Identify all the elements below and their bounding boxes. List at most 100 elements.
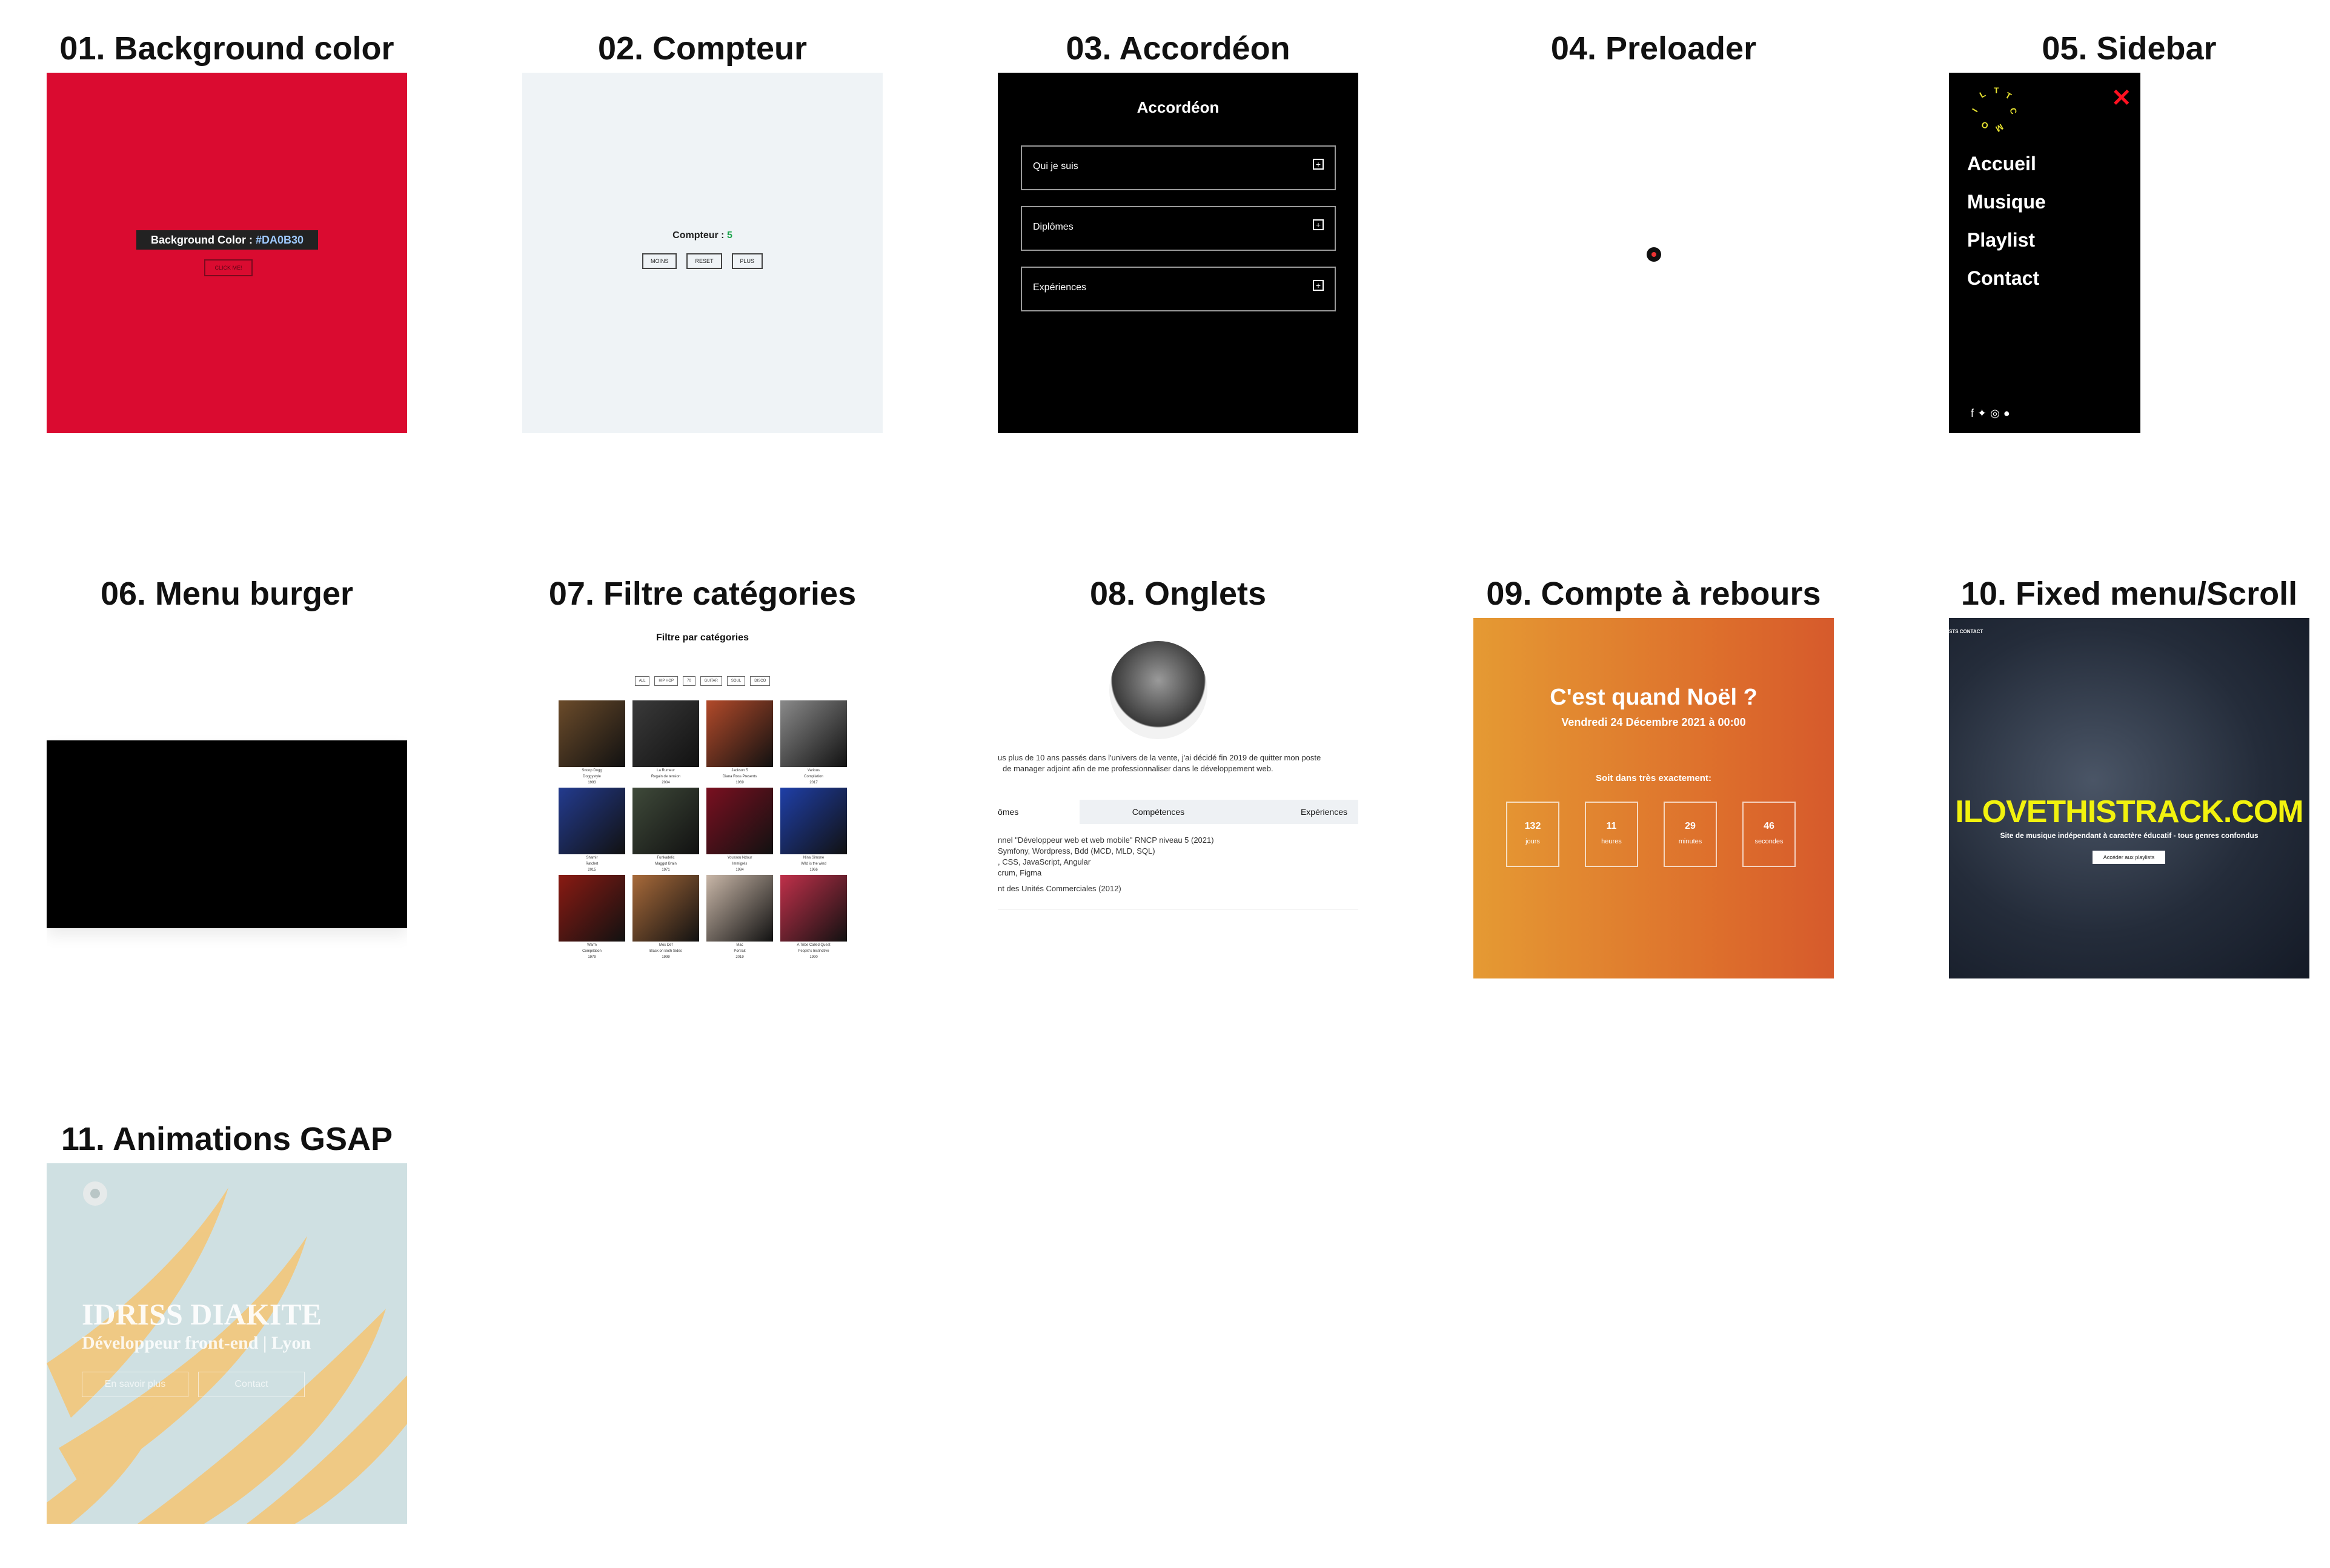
countdown-unit: heures [1601, 838, 1622, 845]
album-card[interactable]: Mos Def Black on Both Sides 1999 [632, 875, 699, 960]
project-thumbnail[interactable]: Background Color : #DA0B30 CLICK ME! [47, 73, 407, 433]
click-me-button[interactable]: CLICK ME! [204, 259, 253, 276]
album-cover [706, 875, 773, 942]
filter-button-soul[interactable]: SOUL [726, 676, 746, 686]
moins-button[interactable]: MOINS [642, 253, 677, 269]
twitter-icon[interactable]: ✦ [1977, 407, 1990, 419]
album-card[interactable]: La Rumeur Regain de tension 2004 [632, 700, 699, 785]
content-line: Symfony, Wordpress, Bdd (MCD, MLD, SQL) [998, 846, 1155, 855]
countdown-unit: secondes [1754, 838, 1784, 845]
project-thumbnail[interactable]: Accordéon Qui je suis + Diplômes + Expérie… [998, 73, 1358, 433]
sidebar-item-playlist[interactable]: Playlist [1967, 229, 2035, 251]
album-title: Jackson 5 [731, 769, 748, 772]
project-thumbnail[interactable]: C'est quand Noël ? Vendredi 24 Décembre … [1473, 618, 1834, 978]
album-sub: Maggot Brain [655, 862, 677, 866]
sidebar-item-musique[interactable]: Musique [1967, 191, 2046, 213]
album-card[interactable]: Warm Compilation 1979 [559, 875, 625, 960]
album-card[interactable]: Various Compilation 2017 [780, 700, 847, 785]
project-card-menu-burger[interactable]: 06. Menu burger [47, 570, 407, 978]
album-sub: Ratchet [585, 862, 599, 866]
project-card-animations-gsap[interactable]: 11. Animations GSAP IDRISS DIAKITE Dével… [47, 1115, 407, 1524]
project-card-compteur[interactable]: 02. Compteur Compteur : 5 MOINS RESET PL… [522, 24, 883, 433]
project-title: 05. Sidebar [2042, 30, 2217, 67]
album-year: 2004 [662, 781, 670, 785]
album-title: Mos Def [659, 943, 673, 947]
filter-buttons: ALL HIP HOP 70 GUITAR SOUL DISCO [522, 676, 883, 686]
album-title: Nina Simone [803, 856, 825, 860]
badge-hex-value: #DA0B30 [255, 234, 304, 246]
project-thumbnail[interactable]: us plus de 10 ans passés dans l'univers … [998, 618, 1358, 978]
project-thumbnail[interactable] [47, 618, 407, 978]
album-cover [559, 700, 625, 767]
project-thumbnail[interactable]: Filtre par catégories ALL HIP HOP 70 GUI… [522, 618, 883, 978]
filter-button-guitar[interactable]: GUITAR [700, 676, 722, 686]
content-line: nnel "Développeur web et web mobile" RNC… [998, 835, 1214, 845]
album-card[interactable]: Youssou Ndour Immigrés 1984 [706, 788, 773, 872]
project-card-accordeon[interactable]: 03. Accordéon Accordéon Qui je suis + Dip… [998, 24, 1358, 433]
accordion-item[interactable]: Expériences + [1021, 267, 1336, 311]
project-thumbnail[interactable]: I L T T C M O ✕ Accueil Musique Playlist… [1949, 73, 2309, 433]
album-cover [706, 700, 773, 767]
project-title: 07. Filtre catégories [548, 576, 857, 612]
album-cover [706, 788, 773, 854]
tab-experiences[interactable]: Expériences [1237, 800, 1358, 824]
project-title: 06. Menu burger [100, 576, 354, 612]
album-title: Youssou Ndour [727, 856, 752, 860]
filter-button-disco[interactable]: DISCO [750, 676, 771, 686]
project-card-onglets[interactable]: 08. Onglets us plus de 10 ans passés dan… [998, 570, 1358, 978]
tab-competences[interactable]: Compétences [1080, 800, 1237, 824]
album-card[interactable]: Mac Portrait 2019 [706, 875, 773, 960]
contact-button[interactable]: Contact [198, 1372, 305, 1397]
album-card[interactable]: Shamir Ratchet 2015 [559, 788, 625, 872]
tab-diplomes[interactable]: ômes [998, 800, 1077, 824]
project-card-background-color[interactable]: 01. Background color Background Color : … [47, 24, 407, 433]
project-thumbnail[interactable]: STS CONTACT ILOVETHISTRACK.COM Site de m… [1949, 618, 2309, 978]
album-cover [559, 788, 625, 854]
project-card-fixed-menu-scroll[interactable]: 10. Fixed menu/Scroll STS CONTACT ILOVET… [1949, 570, 2309, 978]
sidebar-item-accueil[interactable]: Accueil [1967, 153, 2036, 175]
avatar [1109, 641, 1207, 739]
project-card-sidebar[interactable]: 05. Sidebar I L T T C M O ✕ Accueil Musi… [1949, 24, 2309, 433]
accordion-item-label: Diplômes [1033, 222, 1074, 232]
project-card-filtre-categories[interactable]: 07. Filtre catégories Filtre par catégor… [522, 570, 883, 978]
album-sub: Compilation [804, 775, 823, 779]
hero-subtitle: Site de musique indépendant à caractère … [2000, 831, 2259, 840]
countdown-date: Vendredi 24 Décembre 2021 à 00:00 [1561, 716, 1746, 728]
playlists-button[interactable]: Accéder aux playlists [2093, 851, 2165, 864]
album-card[interactable]: Jackson 5 Diana Ross Presents 1969 [706, 700, 773, 785]
album-cover [559, 875, 625, 942]
project-card-preloader[interactable]: 04. Preloader [1473, 24, 1834, 433]
album-card[interactable]: A Tribe Called Quest People's Instinctive… [780, 875, 847, 960]
countdown-number: 46 [1764, 821, 1774, 831]
filter-button-70[interactable]: 70 [682, 676, 695, 686]
fixed-menu[interactable]: STS CONTACT [1949, 629, 1983, 634]
instagram-icon[interactable]: ◎ [1990, 407, 2003, 419]
reset-button[interactable]: RESET [686, 253, 722, 269]
close-icon[interactable]: ✕ [2111, 86, 2132, 110]
album-card[interactable]: Snoop Dogg Doggystyle 1993 [559, 700, 625, 785]
content-line: crum, Figma [998, 868, 1042, 877]
accordion-title: Accordéon [1137, 98, 1220, 116]
more-info-button[interactable]: En savoir plus [82, 1372, 188, 1397]
project-thumbnail[interactable]: Compteur : 5 MOINS RESET PLUS [522, 73, 883, 433]
album-title: A Tribe Called Quest [797, 943, 831, 947]
spotify-icon[interactable]: ● [2003, 407, 2014, 419]
album-sub: Regain de tension [651, 775, 681, 779]
facebook-icon[interactable]: f [1971, 407, 1977, 419]
project-thumbnail[interactable] [1473, 73, 1834, 433]
filter-button-hiphop[interactable]: HIP HOP [654, 676, 678, 686]
bio-text: us plus de 10 ans passés dans l'univers … [998, 752, 1355, 774]
filter-title: Filtre par catégories [656, 633, 749, 643]
album-card[interactable]: Funkadelic Maggot Brain 1971 [632, 788, 699, 872]
filter-button-all[interactable]: ALL [634, 676, 650, 686]
logo-circle-icon[interactable] [83, 1181, 107, 1206]
project-thumbnail[interactable]: IDRISS DIAKITE Développeur front-end | L… [47, 1163, 407, 1524]
album-card[interactable]: Nina Simone Wild is the wind 1966 [780, 788, 847, 872]
project-card-compte-a-rebours[interactable]: 09. Compte à rebours C'est quand Noël ? … [1473, 570, 1834, 978]
accordion-item[interactable]: Qui je suis + [1021, 145, 1336, 190]
accordion-item[interactable]: Diplômes + [1021, 206, 1336, 251]
counter-value: 5 [726, 230, 732, 241]
sidebar-item-contact[interactable]: Contact [1967, 267, 2039, 290]
plus-button[interactable]: PLUS [731, 253, 763, 269]
plus-icon: + [1313, 159, 1324, 170]
